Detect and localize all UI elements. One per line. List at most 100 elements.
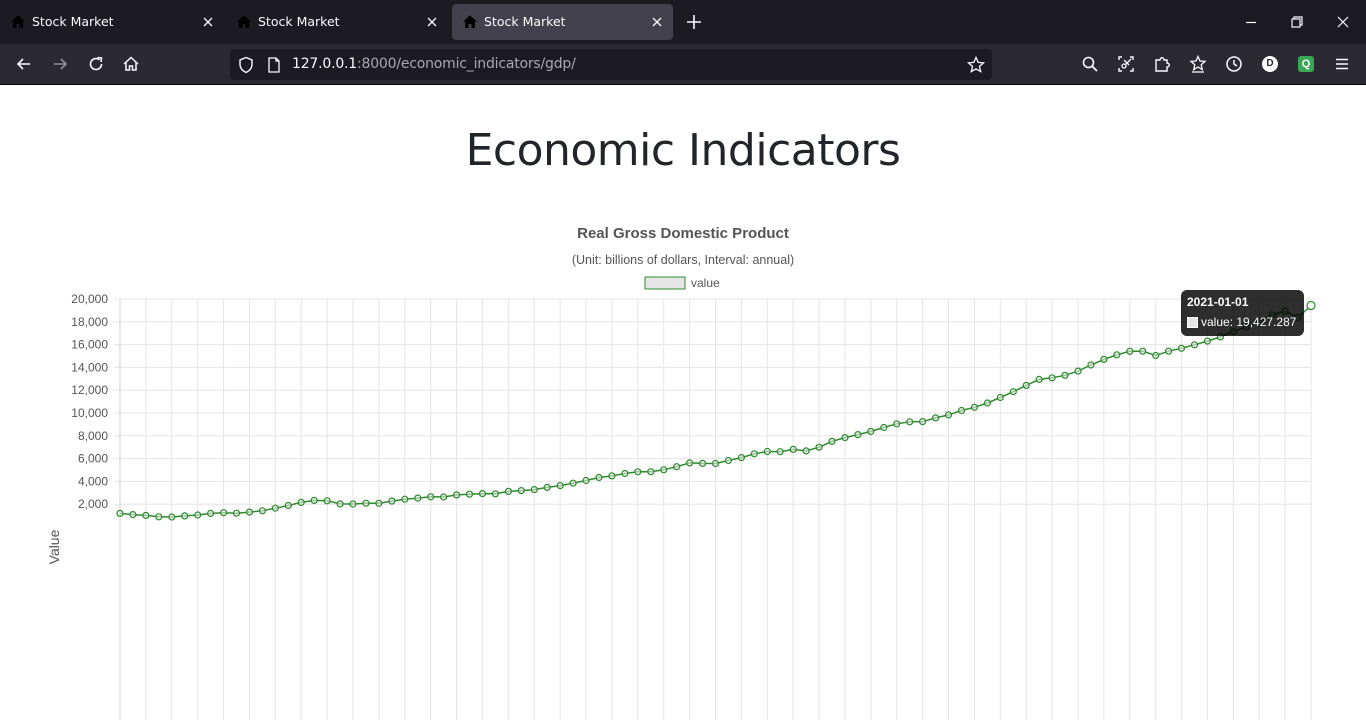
data-point[interactable] bbox=[440, 493, 448, 501]
data-point[interactable] bbox=[815, 443, 823, 451]
home-button-icon[interactable] bbox=[121, 54, 141, 74]
extensions-puzzle-icon[interactable] bbox=[1152, 54, 1172, 74]
data-point[interactable] bbox=[608, 472, 616, 480]
data-point[interactable] bbox=[245, 508, 254, 516]
data-point[interactable] bbox=[258, 507, 266, 515]
data-point[interactable] bbox=[168, 513, 176, 521]
shield-icon[interactable] bbox=[236, 55, 256, 75]
data-point[interactable] bbox=[931, 414, 940, 422]
data-point[interactable] bbox=[854, 431, 862, 439]
data-point[interactable] bbox=[181, 512, 189, 520]
data-point[interactable] bbox=[1190, 341, 1199, 349]
data-point[interactable] bbox=[763, 447, 771, 456]
url-text[interactable]: 127.0.0.1:8000/economic_indicators/gdp/ bbox=[292, 56, 576, 72]
address-bar[interactable]: 127.0.0.1:8000/economic_indicators/gdp/ bbox=[230, 49, 992, 80]
data-point[interactable] bbox=[517, 487, 525, 495]
data-point[interactable] bbox=[944, 411, 953, 419]
data-point[interactable] bbox=[867, 427, 875, 435]
close-window-icon[interactable] bbox=[1333, 12, 1353, 32]
data-point[interactable] bbox=[427, 493, 435, 501]
data-point[interactable] bbox=[621, 469, 629, 478]
data-point[interactable] bbox=[1009, 388, 1017, 396]
screenshot-icon[interactable] bbox=[1116, 54, 1136, 74]
data-point[interactable] bbox=[660, 466, 668, 474]
data-point[interactable] bbox=[841, 434, 849, 442]
data-point[interactable] bbox=[491, 490, 499, 498]
data-point[interactable] bbox=[543, 483, 551, 491]
data-point[interactable] bbox=[996, 393, 1004, 402]
data-point[interactable] bbox=[504, 487, 512, 495]
data-point[interactable] bbox=[336, 500, 344, 508]
data-point[interactable] bbox=[142, 511, 150, 519]
data-point[interactable] bbox=[983, 399, 992, 407]
data-point[interactable] bbox=[1126, 347, 1134, 355]
data-point[interactable] bbox=[1177, 344, 1186, 352]
account-avatar[interactable]: D bbox=[1262, 56, 1278, 72]
restore-icon[interactable] bbox=[1287, 12, 1307, 32]
data-point[interactable] bbox=[220, 509, 228, 517]
data-point[interactable] bbox=[673, 463, 681, 471]
data-point[interactable] bbox=[1203, 337, 1212, 345]
forward-arrow-icon[interactable] bbox=[50, 54, 70, 74]
bookmark-star-icon[interactable] bbox=[966, 55, 986, 75]
browser-tab-2[interactable]: Stock Market bbox=[226, 4, 448, 40]
data-point[interactable] bbox=[1022, 381, 1030, 389]
data-point[interactable] bbox=[724, 456, 733, 465]
browser-tab-3-active[interactable]: Stock Market bbox=[452, 4, 673, 40]
data-point[interactable] bbox=[737, 454, 746, 462]
bookmarks-star-list-icon[interactable] bbox=[1188, 54, 1208, 74]
data-point[interactable] bbox=[388, 497, 396, 505]
close-icon[interactable] bbox=[200, 14, 216, 30]
data-point[interactable] bbox=[647, 468, 655, 476]
data-point[interactable] bbox=[828, 437, 836, 445]
new-tab-icon[interactable] bbox=[684, 12, 704, 32]
data-point[interactable] bbox=[194, 511, 202, 519]
data-point[interactable] bbox=[465, 490, 474, 498]
data-point[interactable] bbox=[1113, 351, 1121, 359]
data-point[interactable] bbox=[634, 468, 642, 476]
page-info-icon[interactable] bbox=[266, 56, 282, 74]
data-point[interactable] bbox=[776, 448, 784, 456]
data-point[interactable] bbox=[789, 445, 797, 453]
legend-swatch[interactable] bbox=[644, 276, 686, 290]
data-point[interactable] bbox=[918, 418, 927, 426]
data-point[interactable] bbox=[685, 459, 694, 467]
minimize-icon[interactable] bbox=[1241, 12, 1261, 32]
data-point[interactable] bbox=[453, 491, 461, 499]
data-point[interactable] bbox=[349, 500, 357, 508]
back-arrow-icon[interactable] bbox=[14, 54, 34, 74]
data-point[interactable] bbox=[1306, 300, 1316, 311]
data-point[interactable] bbox=[582, 476, 590, 485]
data-point[interactable] bbox=[478, 490, 487, 498]
data-point[interactable] bbox=[970, 403, 979, 411]
data-point[interactable] bbox=[1139, 347, 1147, 355]
data-point[interactable] bbox=[310, 496, 318, 504]
data-point[interactable] bbox=[207, 509, 215, 517]
search-icon[interactable] bbox=[1080, 54, 1100, 74]
data-point[interactable] bbox=[906, 418, 914, 426]
data-point[interactable] bbox=[880, 423, 888, 432]
gdp-line-chart[interactable]: Real Gross Domestic Product (Unit: billi… bbox=[0, 170, 1366, 720]
data-point[interactable] bbox=[1035, 375, 1043, 383]
data-point[interactable] bbox=[1048, 374, 1056, 382]
data-point[interactable] bbox=[297, 498, 305, 506]
data-point[interactable] bbox=[271, 504, 279, 512]
data-point[interactable] bbox=[1100, 355, 1108, 363]
data-point[interactable] bbox=[401, 495, 409, 503]
data-point[interactable] bbox=[284, 501, 292, 510]
reload-icon[interactable] bbox=[86, 54, 106, 74]
data-point[interactable] bbox=[116, 509, 124, 517]
data-point[interactable] bbox=[750, 450, 758, 458]
close-icon[interactable] bbox=[649, 14, 665, 30]
data-point[interactable] bbox=[595, 473, 603, 482]
data-point[interactable] bbox=[1074, 367, 1082, 375]
data-point[interactable] bbox=[711, 459, 720, 468]
data-point[interactable] bbox=[556, 482, 564, 490]
data-point[interactable] bbox=[1087, 361, 1095, 369]
data-point[interactable] bbox=[957, 406, 966, 415]
close-icon[interactable] bbox=[424, 14, 440, 30]
data-point[interactable] bbox=[232, 509, 241, 517]
legend-label[interactable]: value bbox=[691, 276, 720, 290]
data-point[interactable] bbox=[414, 494, 422, 502]
data-point[interactable] bbox=[893, 420, 901, 428]
